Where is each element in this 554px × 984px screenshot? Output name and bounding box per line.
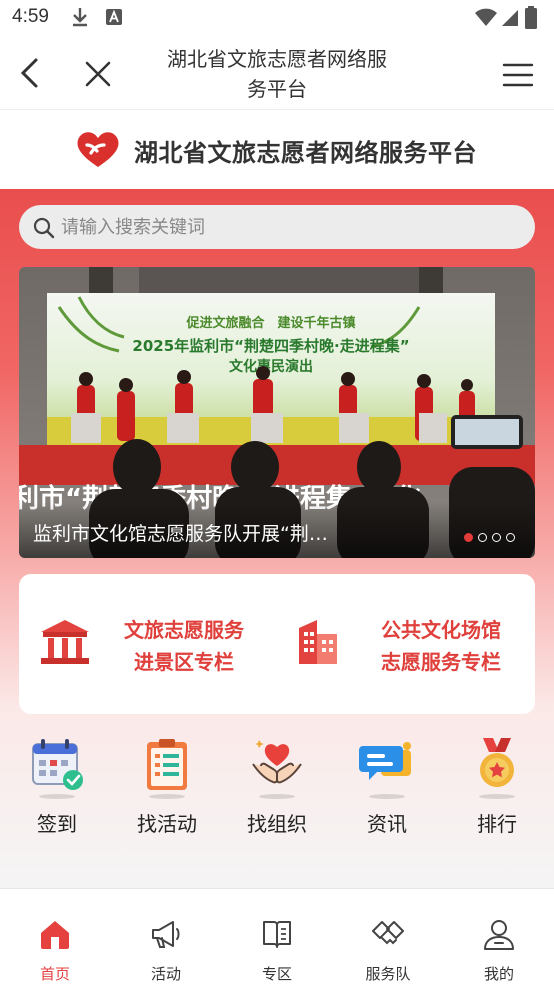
- tab-service-team-label: 服务队: [365, 965, 411, 983]
- quick-signin-label: 签到: [37, 812, 77, 836]
- brand-banner: 湖北省文旅志愿者网络服务平台: [0, 111, 554, 189]
- font-app-icon: [106, 9, 122, 25]
- carousel-dot[interactable]: [506, 533, 515, 542]
- back-icon[interactable]: [16, 56, 46, 90]
- quick-ranking[interactable]: 排行: [442, 730, 552, 855]
- handshake-icon: [372, 921, 404, 945]
- tab-zone-label: 专区: [261, 965, 292, 983]
- tab-service-team[interactable]: 服务队: [333, 889, 443, 984]
- search-input[interactable]: [61, 211, 521, 243]
- chat-bubble-icon: [359, 742, 411, 780]
- icon-shadow: [259, 794, 295, 799]
- title-bar: 湖北省文旅志愿者网络服 务平台: [0, 38, 554, 110]
- carousel-caption: 监利市文化馆志愿服务队开展“荆…: [19, 502, 535, 558]
- feature-columns-card: 文旅志愿服务 进景区专栏 公共文化场馆 志愿服务专栏: [19, 574, 535, 714]
- home-icon: [41, 921, 69, 949]
- page-title: 湖北省文旅志愿者网络服 务平台: [140, 44, 414, 104]
- book-icon: [263, 921, 291, 948]
- scenic-column-line1: 文旅志愿服务: [124, 618, 244, 642]
- carousel-caption-text: 监利市文化馆志愿服务队开展“荆…: [33, 523, 328, 545]
- backdrop-slogan: 促进文旅融合 建设千年古镇: [185, 315, 355, 331]
- pavilion-icon: [41, 620, 89, 664]
- icon-shadow: [479, 794, 515, 799]
- tab-home[interactable]: 首页: [0, 889, 110, 984]
- quick-find-activity-label: 找活动: [137, 812, 197, 836]
- close-icon[interactable]: [82, 58, 114, 90]
- tab-activity[interactable]: 活动: [111, 889, 221, 984]
- clipboard-list-icon: [147, 739, 187, 790]
- icon-shadow: [39, 794, 75, 799]
- bottom-tab-bar: 首页 活动 专区 服务队 我的: [0, 888, 554, 984]
- quick-find-activity[interactable]: 找活动: [112, 730, 222, 855]
- user-icon: [484, 920, 514, 950]
- building-icon: [299, 620, 337, 664]
- wifi-icon: [475, 8, 497, 26]
- venue-column-link[interactable]: 公共文化场馆 志愿服务专栏: [277, 574, 535, 714]
- icon-shadow: [149, 794, 185, 799]
- tab-zone[interactable]: 专区: [222, 889, 332, 984]
- carousel-dot[interactable]: [478, 533, 487, 542]
- quick-find-organization-label: 找组织: [247, 812, 307, 836]
- search-icon: [33, 217, 55, 239]
- signal-icon: [502, 10, 518, 26]
- carousel-dot[interactable]: [492, 533, 501, 542]
- search-bar[interactable]: [19, 205, 535, 249]
- platform-name: 湖北省文旅志愿者网络服务平台: [134, 139, 477, 167]
- scenic-column-line2: 进景区专栏: [134, 650, 234, 674]
- page-title-line2: 务平台: [247, 77, 307, 101]
- icon-shadow: [369, 794, 405, 799]
- download-icon: [73, 8, 87, 27]
- quick-find-organization[interactable]: 找组织: [222, 730, 332, 855]
- hands-heart-icon: [252, 740, 302, 784]
- menu-icon[interactable]: [502, 62, 534, 88]
- backdrop-subtitle: 文化惠民演出: [229, 358, 313, 375]
- scenic-column-link[interactable]: 文旅志愿服务 进景区专栏: [19, 574, 277, 714]
- quick-news-label: 资讯: [367, 812, 407, 836]
- medal-icon: [480, 738, 514, 787]
- heart-hands-logo: [77, 132, 119, 167]
- page-title-line1: 湖北省文旅志愿者网络服: [167, 47, 387, 71]
- backdrop-title: 2025年监利市“荆楚四季村晚·走进程集”: [132, 337, 409, 355]
- tab-mine-label: 我的: [483, 965, 514, 983]
- calendar-check-icon: [32, 739, 83, 790]
- tab-home-label: 首页: [39, 965, 70, 983]
- tab-mine[interactable]: 我的: [444, 889, 554, 984]
- carousel-dot[interactable]: [464, 533, 473, 542]
- venue-column-title: 公共文化场馆 志愿服务专栏: [353, 614, 529, 678]
- status-time: 4:59: [12, 6, 49, 27]
- battery-icon: [525, 6, 537, 29]
- tab-activity-label: 活动: [150, 965, 181, 983]
- quick-actions: 签到 找活动 找组织 资讯 排行: [0, 730, 554, 855]
- status-bar: 4:59: [0, 0, 554, 38]
- venue-column-line1: 公共文化场馆: [381, 618, 501, 642]
- carousel-indicator: [464, 533, 515, 542]
- quick-news[interactable]: 资讯: [332, 730, 442, 855]
- megaphone-icon: [152, 921, 180, 948]
- venue-column-line2: 志愿服务专栏: [381, 650, 501, 674]
- quick-signin[interactable]: 签到: [2, 730, 112, 855]
- quick-ranking-label: 排行: [477, 812, 517, 836]
- scenic-column-title: 文旅志愿服务 进景区专栏: [103, 614, 265, 678]
- banner-carousel[interactable]: 促进文旅融合 建设千年古镇 2025年监利市“荆楚四季村晚·走进程集” 文化惠民…: [19, 267, 535, 558]
